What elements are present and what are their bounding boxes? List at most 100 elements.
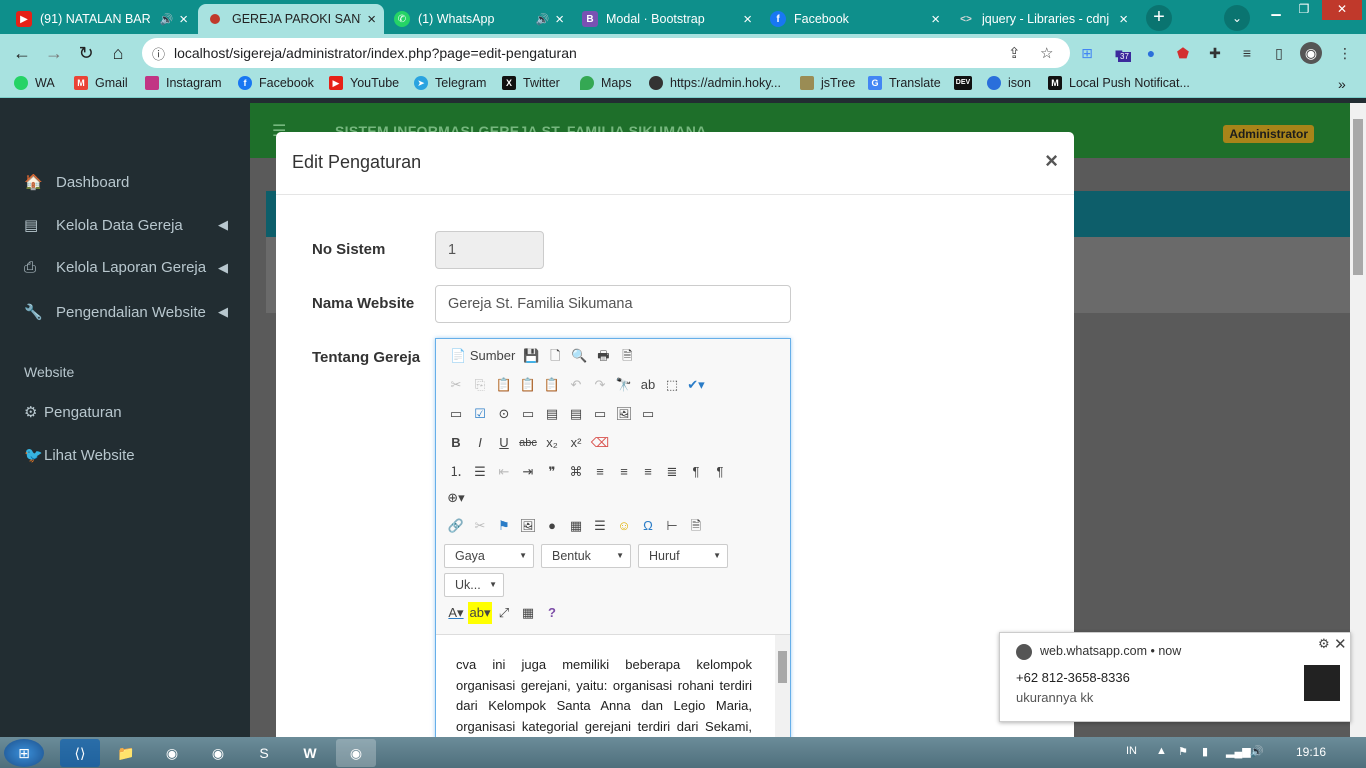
translate-ext-icon[interactable]: ⊞ [1076, 42, 1098, 64]
bookmark-youtube[interactable]: ▶ YouTube [329, 76, 399, 90]
chrome-icon[interactable]: ◉ [152, 739, 192, 767]
gear-icon[interactable]: ⚙ [1318, 636, 1330, 652]
volume-icon[interactable]: 🔊 [1250, 745, 1264, 758]
undo-icon[interactable]: ↶ [564, 374, 588, 396]
maximize-icon[interactable]: ❐ [1290, 0, 1318, 20]
close-tab-icon[interactable]: × [931, 11, 940, 28]
preview-icon[interactable]: 🔍 [567, 345, 591, 367]
tray-arrow-icon[interactable]: ▲ [1156, 745, 1167, 757]
hidden-field-icon[interactable]: ▭ [636, 403, 660, 425]
paste-word-icon[interactable]: 📋 [540, 374, 564, 396]
clock[interactable]: 19:16 [1296, 745, 1326, 759]
link-icon[interactable]: 🔗 [444, 515, 468, 537]
outdent-icon[interactable]: ⇤ [492, 461, 516, 483]
ltr-icon[interactable]: ¶ [684, 461, 708, 483]
copy-icon[interactable]: ⎘ [468, 374, 492, 396]
tab-facebook[interactable]: f Facebook × [762, 4, 948, 34]
close-tab-icon[interactable]: × [1119, 11, 1128, 28]
chrome-active-icon[interactable]: ◉ [336, 739, 376, 767]
close-window-icon[interactable]: ✕ [1322, 0, 1362, 20]
form-icon[interactable]: ▭ [444, 403, 468, 425]
special-char-icon[interactable]: Ω [636, 515, 660, 537]
explorer-icon[interactable]: 📁 [106, 739, 146, 767]
rtl-icon[interactable]: ¶ [708, 461, 732, 483]
puzzle-icon[interactable]: ✚ [1204, 42, 1226, 64]
extension-icon[interactable]: ■37 [1108, 42, 1131, 64]
chrome-alt-icon[interactable]: ◉ [198, 739, 238, 767]
checkbox-icon[interactable]: ☑ [468, 403, 492, 425]
back-icon[interactable]: ← [10, 42, 34, 64]
scrollbar-thumb[interactable] [1353, 119, 1363, 275]
text-color-icon[interactable]: A▾ [444, 602, 468, 624]
flash-icon[interactable]: ● [540, 515, 564, 537]
paste-icon[interactable]: 📋 [492, 374, 516, 396]
user-menu[interactable]: Administrator [1223, 125, 1314, 143]
templates-icon[interactable]: 🗎 [615, 345, 639, 367]
source-button[interactable]: 📄 Sumber [446, 345, 519, 367]
remove-format-icon[interactable]: ⌫ [588, 432, 612, 454]
select-field-icon[interactable]: ▤ [564, 403, 588, 425]
shield-ext-icon[interactable]: ⬟ [1172, 42, 1194, 64]
bookmark-hoky[interactable]: https://admin.hoky... [649, 76, 781, 90]
minimize-icon[interactable]: ▁ [1262, 0, 1290, 20]
subscript-icon[interactable]: x₂ [540, 432, 564, 454]
justify-icon[interactable]: ≣ [660, 461, 684, 483]
battery-icon[interactable]: ▮ [1202, 745, 1208, 758]
bookmark-maps[interactable]: Maps [580, 76, 632, 90]
close-tab-icon[interactable]: × [367, 11, 376, 28]
iframe-icon[interactable]: 🗎 [684, 515, 708, 537]
bookmark-wa[interactable]: WA [14, 76, 55, 90]
strike-icon[interactable]: abc [516, 432, 540, 454]
bookmark-ison[interactable]: ison [987, 76, 1031, 90]
replace-icon[interactable]: ab [636, 374, 660, 396]
tab-gereja[interactable]: GEREJA PAROKI SANTA × [198, 4, 384, 34]
align-right-icon[interactable]: ≡ [636, 461, 660, 483]
align-center-icon[interactable]: ≡ [612, 461, 636, 483]
word-icon[interactable]: W [290, 739, 330, 767]
vscode-icon[interactable]: ⟨⟩ [60, 739, 100, 767]
indent-icon[interactable]: ⇥ [516, 461, 540, 483]
info-icon[interactable]: ⓘ [152, 44, 165, 63]
paste-text-icon[interactable]: 📋 [516, 374, 540, 396]
menu-dots-icon[interactable]: ⋮ [1334, 42, 1356, 64]
bullet-list-icon[interactable]: ☰ [468, 461, 492, 483]
new-tab-button[interactable]: + [1146, 5, 1172, 31]
start-button[interactable]: ⊞ [4, 739, 44, 767]
tab-bootstrap[interactable]: B Modal · Bootstrap × [574, 4, 760, 34]
sidebar-item-pengaturan[interactable]: ⚙ Pengaturan [24, 403, 122, 422]
media-icon[interactable]: ≡ [1236, 42, 1258, 64]
sidebar-item-dashboard[interactable]: 🏠 Dashboard [24, 173, 129, 192]
select-all-icon[interactable]: ⬚ [660, 374, 684, 396]
profile-avatar[interactable]: ◉ [1300, 42, 1322, 64]
tab-cdnjs[interactable]: <> jquery - Libraries - cdnj × [950, 4, 1136, 34]
bg-color-icon[interactable]: ab▾ [468, 602, 492, 624]
image-icon[interactable]: 🖼 [516, 515, 540, 537]
tab-search-icon[interactable]: ⌄ [1224, 5, 1250, 31]
bookmark-telegram[interactable]: ➤ Telegram [414, 76, 486, 90]
show-blocks-icon[interactable]: ▦ [516, 602, 540, 624]
speaker-icon[interactable]: 🔊 [160, 13, 174, 26]
horizontal-line-icon[interactable]: ☰ [588, 515, 612, 537]
whatsapp-notification[interactable]: web.whatsapp.com • now ⚙ ✕ +62 812-3658-… [999, 632, 1351, 722]
speaker-icon[interactable]: 🔊 [536, 13, 550, 26]
bookmark-facebook[interactable]: f Facebook [238, 76, 314, 90]
close-tab-icon[interactable]: × [179, 11, 188, 28]
forward-icon[interactable]: → [42, 42, 66, 64]
unlink-icon[interactable]: ✂ [468, 515, 492, 537]
font-select[interactable]: Huruf ▼ [638, 544, 728, 568]
anchor-icon[interactable]: ⚑ [492, 515, 516, 537]
network-icon[interactable]: ▂▄▆ [1226, 745, 1251, 758]
reload-icon[interactable]: ↻ [74, 42, 98, 64]
smiley-icon[interactable]: ☺ [612, 515, 636, 537]
spellcheck-icon[interactable]: ✔▾ [684, 374, 708, 396]
div-container-icon[interactable]: ⌘ [564, 461, 588, 483]
tab-whatsapp[interactable]: ✆ (1) WhatsApp 🔊 × [386, 4, 572, 34]
radio-icon[interactable]: ⊙ [492, 403, 516, 425]
flag-icon[interactable]: ⚑ [1178, 745, 1188, 758]
modal-close-button[interactable]: × [1045, 148, 1058, 174]
bookmark-dev[interactable]: DEV [954, 76, 979, 90]
globe-ext-icon[interactable]: ● [1140, 42, 1162, 64]
styles-select[interactable]: Gaya ▼ [444, 544, 534, 568]
bookmark-instagram[interactable]: Instagram [145, 76, 222, 90]
close-icon[interactable]: ✕ [1334, 635, 1347, 653]
